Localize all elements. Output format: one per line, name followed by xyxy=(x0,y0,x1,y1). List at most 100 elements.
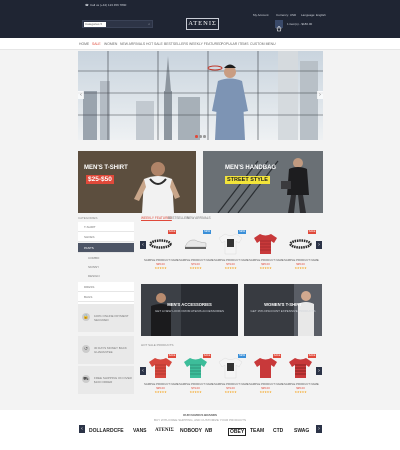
hero-slider[interactable]: ‹ › xyxy=(78,51,323,140)
product-badge: NEW xyxy=(203,230,211,234)
product-badge: SALE xyxy=(308,230,316,234)
promo-tshirt-title: MEN'S T-SHIRT xyxy=(84,165,128,171)
rating-stars: ★★★★★ xyxy=(154,266,167,270)
sidebar-item-tshirt[interactable]: T-SHIRT xyxy=(78,222,134,232)
cart-icon[interactable] xyxy=(275,20,283,32)
rating-stars: ★★★★★ xyxy=(259,390,272,394)
product-badge: NEW xyxy=(238,354,246,358)
product-card[interactable]: SALE SAMPLE PRODUCT NAME $95.00 ★★★★★ xyxy=(144,228,179,276)
account-link[interactable]: My Account xyxy=(253,13,269,17)
brand-logo-vans[interactable]: VANS xyxy=(133,428,147,434)
hero-pagination[interactable] xyxy=(195,135,206,138)
promo-handbag-subtitle: STREET STYLE xyxy=(225,176,270,184)
brands-heading: OUR FAMOUS BRANDS xyxy=(182,413,217,417)
rating-stars: ★★★★★ xyxy=(189,390,202,394)
banner-womens-tshirt[interactable]: WOMEN'S T-SHIRT GET 15% DISCOUNT EXPENSI… xyxy=(244,284,322,336)
brand-logo-dollar[interactable]: DOLLAR xyxy=(89,428,110,434)
nav-item-popular-items[interactable]: POPULAR ITEMS xyxy=(221,42,249,46)
brand-logo-dcfe[interactable]: DCFE xyxy=(110,428,124,434)
sidebar-item-shoes[interactable]: SHOES xyxy=(78,232,134,242)
product-card[interactable]: SALE SAMPLE PRODUCT NAME $79.00 ★★★★★ xyxy=(179,352,214,400)
rating-stars: ★★★★★ xyxy=(189,266,202,270)
product-card[interactable]: SALE SAMPLE PRODUCT NAME $95.00 ★★★★★ xyxy=(249,352,284,400)
feature-payment: 🔒 100% ONLINE PAYMENT SECURED xyxy=(78,304,134,332)
hero-next-button[interactable]: › xyxy=(317,91,323,99)
cart-summary[interactable]: 1 item(s) - $180.00 xyxy=(287,22,312,26)
brand-logo-atenis[interactable]: ATENIΣ xyxy=(155,428,174,433)
rating-stars: ★★★★★ xyxy=(224,390,237,394)
search-icon[interactable]: ⌕ xyxy=(148,22,150,26)
brand-logo-ctd[interactable]: CTD xyxy=(273,428,283,434)
product-badge: NEW xyxy=(238,230,246,234)
hero-image xyxy=(78,51,323,140)
language-select[interactable]: Language: English xyxy=(301,13,326,17)
brand-logo-nobody[interactable]: NOBODY xyxy=(180,428,202,434)
product-card[interactable]: NEW SAMPLE PRODUCT NAME $79.00 ★★★★★ xyxy=(179,228,214,276)
rating-stars: ★★★★★ xyxy=(224,266,237,270)
feature-shipping: ⛟ FREE SHIPPING ON OVER $100 ORDER xyxy=(78,366,134,394)
hero-dot[interactable] xyxy=(203,135,206,138)
promo-banner-handbag[interactable]: MEN'S HANDBAG STREET STYLE xyxy=(203,151,323,213)
category-select[interactable]: Categories ▾ xyxy=(84,22,106,27)
nav-item-hot-sale[interactable]: HOT SALE xyxy=(146,42,163,46)
nav-item-custom-menu[interactable]: CUSTOM MENU xyxy=(250,42,276,46)
brand-logo-team[interactable]: TEAM xyxy=(250,428,264,434)
nav-item-home[interactable]: HOME xyxy=(79,42,89,46)
brands-prev-button[interactable]: ‹ xyxy=(79,425,85,433)
product-badge: SALE xyxy=(308,354,316,358)
brands-subheading: BUY WITH FREE SHIPPING, AND CUSTOMIZE YO… xyxy=(153,418,246,422)
promo-tshirt-price: $25-$50 xyxy=(86,175,114,184)
rating-stars: ★★★★★ xyxy=(154,390,167,394)
site-logo[interactable]: ATENIΣ xyxy=(186,18,219,30)
top-bar: ☎ Call us (+44) 123 456 7890 xyxy=(0,0,400,9)
sidebar-item-dress[interactable]: DRESS xyxy=(78,282,134,292)
rating-stars: ★★★★★ xyxy=(259,266,272,270)
product-badge: SALE xyxy=(273,354,281,358)
main-nav: HOME SALE WOMEN NEW ARRIVALS HOT SALE BE… xyxy=(0,38,400,50)
truck-icon: ⛟ xyxy=(82,375,90,383)
product-row-hot-sale: SALE SAMPLE PRODUCT NAME $95.00 ★★★★★ SALE SA… xyxy=(144,352,319,402)
rating-stars: ★★★★★ xyxy=(294,266,307,270)
womens-tshirt-subtitle: GET 15% DISCOUNT EXPENSIVE PRODUCTS xyxy=(250,309,316,313)
nav-item-bestsellers[interactable]: BESTSELLERS xyxy=(164,42,188,46)
sidebar-subitem-skinny[interactable]: SKINNY xyxy=(78,263,134,271)
womens-tshirt-title: WOMEN'S T-SHIRT xyxy=(264,302,302,307)
product-card[interactable]: SALE SAMPLE PRODUCT NAME $95.00 ★★★★★ xyxy=(284,352,319,400)
tab-new-arrivals[interactable]: NEW ARRIVALS xyxy=(187,216,211,220)
product-badge: SALE xyxy=(203,354,211,358)
promo-banner-tshirt[interactable]: MEN'S T-SHIRT $25-$50 xyxy=(78,151,196,213)
product-card[interactable]: SALE SAMPLE PRODUCT NAME $95.00 ★★★★★ xyxy=(284,228,319,276)
feature-shipping-text: FREE SHIPPING ON OVER $100 ORDER xyxy=(94,376,132,384)
product-card[interactable]: NEW SAMPLE PRODUCT NAME $79.00 ★★★★★ xyxy=(214,352,249,400)
banner-mens-accessories[interactable]: MEN'S ACCESSORIES GET A NEW LOOK FROM AT… xyxy=(141,284,238,336)
promo-handbag-title: MEN'S HANDBAG xyxy=(225,165,277,171)
hero-prev-button[interactable]: ‹ xyxy=(78,91,84,99)
brand-logo-swag[interactable]: SWAG xyxy=(294,428,309,434)
product-card[interactable]: SAMPLE PRODUCT NAME $95.00 ★★★★★ xyxy=(249,228,284,276)
feature-payment-text: 100% ONLINE PAYMENT SECURED xyxy=(94,314,129,322)
brand-logo-obey[interactable]: OBEY xyxy=(228,428,247,436)
hero-dot[interactable] xyxy=(199,135,202,138)
hero-dot[interactable] xyxy=(195,135,198,138)
brand-logo-nb[interactable]: NB xyxy=(205,428,212,434)
nav-item-weekly-featured[interactable]: WEEKLY FEATURED xyxy=(189,42,222,46)
product-card[interactable]: SALE SAMPLE PRODUCT NAME $95.00 ★★★★★ xyxy=(144,352,179,400)
product-card[interactable]: NEW SAMPLE PRODUCT NAME $79.00 ★★★★★ xyxy=(214,228,249,276)
contact-text: Call us (+44) 123 456 7890 xyxy=(90,3,127,7)
sidebar-item-pants[interactable]: PANTS xyxy=(78,243,134,253)
currency-select[interactable]: Currency: USD xyxy=(276,13,296,17)
nav-item-new-arrivals[interactable]: NEW ARRIVALS xyxy=(120,42,145,46)
feature-money-back: ↺ 30 DAYS MONEY BACK GUARANTEE xyxy=(78,336,134,364)
product-image[interactable] xyxy=(252,230,279,256)
sidebar-item-bags[interactable]: BAGS xyxy=(78,292,134,302)
sidebar-subitem-design[interactable]: DESIGN xyxy=(78,272,134,280)
phone-icon: ☎ xyxy=(85,3,89,7)
tab-bestseller[interactable]: BESTSELLER xyxy=(168,216,189,220)
sidebar-subitem-combo[interactable]: COMBO xyxy=(78,254,134,262)
nav-item-sale[interactable]: SALE xyxy=(92,42,101,46)
product-row-weekly: SALE SAMPLE PRODUCT NAME $95.00 ★★★★★ NEW SAM… xyxy=(144,228,319,276)
search-bar[interactable]: Categories ▾ ⌕ xyxy=(82,20,153,28)
nav-item-women[interactable]: WOMEN xyxy=(104,42,117,46)
accessories-subtitle: GET A NEW LOOK FROM ATENIS ACCESSORIES xyxy=(155,309,224,313)
brands-next-button[interactable]: › xyxy=(316,425,322,433)
